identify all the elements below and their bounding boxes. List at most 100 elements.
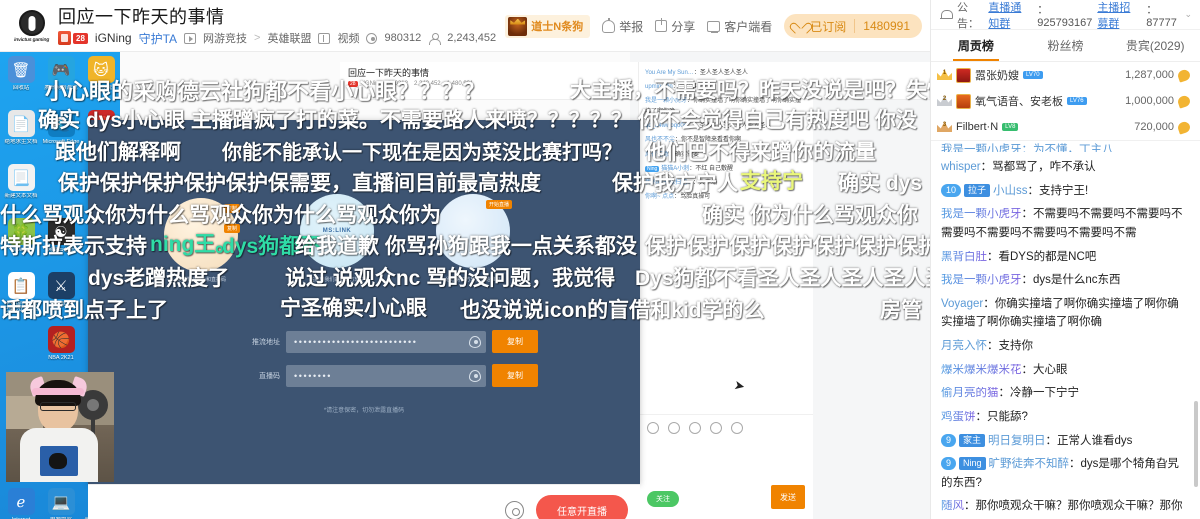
video-player[interactable]: 🗑回收站🎮腾讯网络游戏🐱炉石传说📄绝地求生文档🌊Microsoft Edge📕守… — [0, 52, 930, 519]
captured-chat-user[interactable]: 猫猫A小刺 — [661, 166, 689, 172]
emoji-icon[interactable] — [647, 421, 659, 434]
desktop-icon-glyph: 🏀 — [47, 326, 75, 353]
rank-row[interactable]: 3 Filbert·N LV8 720,000 — [931, 114, 1200, 140]
chat-user-name[interactable]: 旷野徒奔不知醉 — [989, 458, 1070, 470]
chat-separator: ： — [980, 161, 993, 173]
header-meta: 28 iGNing 守护TA 网游竞技 > 英雄联盟 视频 980312 2,2… — [58, 29, 496, 47]
chat-user-name[interactable]: 我是一颗小虎牙 — [941, 274, 1022, 286]
category-main[interactable]: 网游竞技 — [203, 30, 247, 46]
desktop-icon[interactable]: 🎮 腾讯网络游戏 — [42, 56, 80, 108]
captured-chat-user[interactable]: qq_a4wwoqo0rt… — [645, 123, 693, 129]
chat-user-name[interactable]: 鸡蛋饼 — [941, 411, 976, 423]
desktop-icon[interactable]: ☯ 网易云音乐 — [42, 218, 80, 270]
rank-row[interactable]: 2 氧气语音、安老板 LV76 1,000,000 — [931, 88, 1200, 114]
captured-chat-user[interactable]: 我的辫子像扫把… — [645, 180, 693, 186]
bubble-icon[interactable] — [710, 421, 722, 434]
notice-link-2[interactable]: 主播招募群 — [1097, 0, 1141, 31]
chat-user-name[interactable]: 偷月亮的猫 — [941, 387, 999, 399]
go-live-button[interactable]: 任意开直播 — [536, 495, 628, 519]
captured-chat-user[interactable]: 风行无意 — [645, 152, 669, 158]
captured-page-meta: 28 iGNing 980312 2,243,452 1,480,991 — [348, 81, 473, 87]
client-button[interactable]: 客户端看 — [707, 18, 772, 35]
desktop-icon[interactable]: ⚔ 英雄联盟 — [42, 272, 80, 324]
step-1-tag-2: 复制 — [223, 224, 240, 233]
color-icon[interactable] — [689, 421, 701, 434]
bell-icon — [939, 8, 953, 21]
desktop-icon[interactable]: 🍀 eDiary — [2, 218, 40, 270]
desktop-icon[interactable]: 📋 平安银行转账记录-2021年… — [2, 272, 40, 324]
captured-chat-user[interactable]: 风也不不尘 — [645, 137, 675, 143]
notice-link-1[interactable]: 直播通知群 — [988, 0, 1032, 31]
stream-settings-gear-icon[interactable] — [505, 501, 524, 519]
captured-chat-message: 我是一颗小虎牙：你确实撞墙了啊你确实撞墙了啊你确实撞墙了啊你确 — [645, 98, 802, 116]
desktop-icon[interactable]: 🗑 回收站 — [2, 56, 40, 108]
category-sub[interactable]: 英雄联盟 — [267, 30, 311, 46]
reveal-key-icon[interactable] — [469, 369, 481, 382]
announcement-label: 公告： — [957, 1, 979, 30]
desktop-icon[interactable]: 🐱 炉石传说 — [82, 56, 120, 108]
reveal-url-icon[interactable] — [469, 335, 481, 348]
play-icon — [184, 32, 197, 44]
video-label[interactable]: 视频 — [337, 30, 359, 46]
rank-tab-2[interactable]: 贵宾(2029) — [1110, 30, 1200, 61]
subscribe-button[interactable]: 已订阅 1480991 — [784, 14, 922, 38]
captured-followers: 2,243,452 — [413, 81, 441, 87]
captured-chat-user[interactable]: You Are My Sun… — [645, 70, 694, 76]
chat-user-name[interactable]: 爆米爆米爆米花 — [941, 364, 1022, 376]
captured-send-button[interactable]: 发送 — [771, 485, 805, 509]
desktop-icon-label: NBA 2K21 — [48, 355, 74, 361]
captured-chat-user[interactable]: upmingdin — [645, 84, 673, 90]
chat-user-name[interactable]: Voyager — [941, 298, 983, 310]
chat-user-name[interactable]: 黑背白肚 — [941, 251, 987, 263]
captured-chat-message: upmingdin：也没事 — [645, 84, 697, 91]
chevron-down-icon[interactable]: ⌄ — [1184, 9, 1192, 20]
captured-follow-button[interactable]: 关注 — [647, 491, 679, 507]
desktop-icon[interactable]: 📃 新建文本文档 — [2, 164, 40, 216]
chat-user-name[interactable]: 小山ss — [993, 185, 1028, 197]
desktop-icon[interactable]: 🏀 NBA 2K21 — [42, 326, 80, 378]
stream-guide-steps: 复制 复制 MS:LINK 开始直播 复制推流地址和直播码 粘贴到我们的第三方软… — [88, 120, 640, 310]
captured-chat-text: 确实需要 — [675, 151, 700, 158]
copy-key-button[interactable]: 复制 — [492, 364, 538, 387]
copy-url-button[interactable]: 复制 — [492, 330, 538, 353]
captured-chat-user[interactable]: 你啊~ 点点 — [645, 194, 674, 200]
chat-user-name[interactable]: 随风 — [941, 500, 964, 512]
desktop-icon[interactable]: ℯInternet Explorer — [2, 488, 40, 519]
chat-user-name[interactable]: 月亮入怀 — [941, 340, 987, 352]
stream-key-input[interactable] — [286, 364, 486, 387]
logo-wordmark: invictus gaming — [14, 36, 50, 43]
header-actions: 道士N条狗 举报 分享 客户端看 已订阅 1480991 — [505, 14, 922, 38]
desktop-icon[interactable]: 📄 绝地求生文档 — [2, 110, 40, 162]
gift-icon[interactable] — [668, 421, 680, 434]
rank-row[interactable]: 1 嚣张奶嫂 LV70 1,287,000 — [931, 62, 1200, 88]
guard-link[interactable]: 守护TA — [139, 30, 177, 47]
rank-value: 1,000,000 — [1125, 95, 1174, 107]
rank-tab-label: 粉丝榜 — [1047, 39, 1084, 53]
channel-logo: invictus gaming — [9, 6, 55, 46]
rank-level-badge: LV76 — [1067, 97, 1087, 105]
chat-level-badge: 10 — [941, 183, 962, 197]
noble-user-chip[interactable]: 道士N条狗 — [505, 14, 591, 38]
chat-message-list[interactable]: 我是一颗小虎牙：为不懂，丁主八 whisper：骂都骂了，咋不承认 10 拉子 小山s… — [931, 141, 1200, 514]
stream-url-input[interactable] — [286, 330, 486, 353]
chat-user-name[interactable]: whisper — [941, 161, 981, 173]
desktop-icon[interactable]: 💻电脑管家 — [42, 488, 80, 519]
report-button[interactable]: 举报 — [602, 17, 644, 35]
settings-icon[interactable] — [731, 421, 743, 434]
chat-separator: ： — [998, 387, 1011, 400]
desktop-icon[interactable]: 🌊 Microsoft Edge — [42, 110, 80, 162]
chat-user-name[interactable]: 明日复明日 — [988, 435, 1046, 447]
desktop-icon-label: 腾讯网络游戏 — [44, 85, 78, 91]
desktop-icon-empty — [2, 326, 40, 378]
share-button[interactable]: 分享 — [655, 18, 695, 35]
subscribe-label: 已订阅 — [810, 19, 847, 34]
captured-chat-user[interactable]: 我是一颗小虎牙 — [645, 98, 687, 104]
rank-tab-0[interactable]: 周贡榜 — [931, 30, 1021, 61]
chat-user-name[interactable]: 我是一颗小虎牙 — [941, 208, 1022, 220]
rank-tabs: 周贡榜 粉丝榜 贵宾(2029) — [931, 30, 1200, 62]
report-label: 举报 — [619, 19, 644, 34]
chat-scrollbar[interactable] — [1194, 401, 1198, 487]
rank-tab-1[interactable]: 粉丝榜 — [1021, 30, 1111, 61]
mouse-cursor-icon: ➤ — [732, 377, 747, 394]
stream-key-field-wrap — [286, 364, 486, 387]
